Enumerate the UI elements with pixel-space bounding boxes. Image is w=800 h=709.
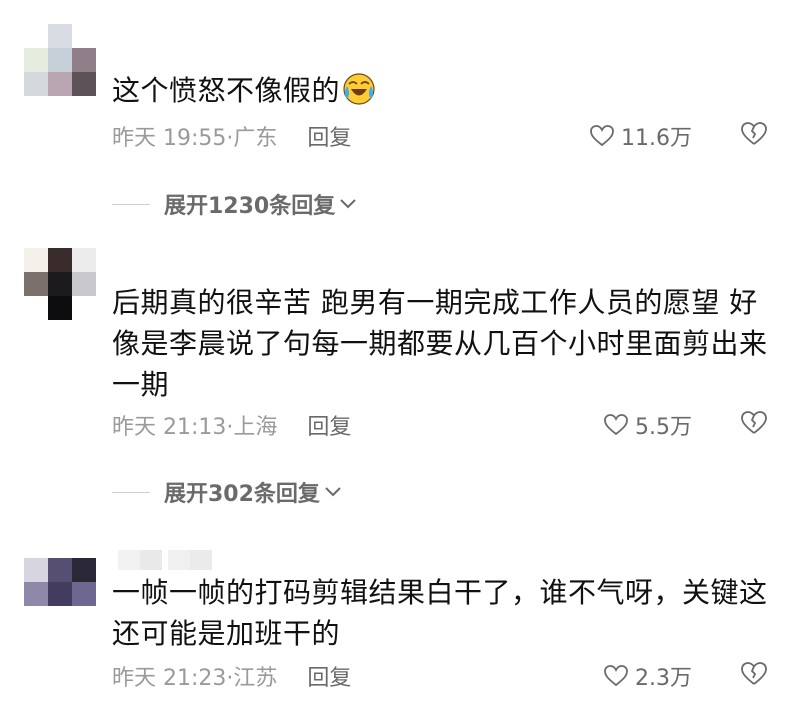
comment-text: 后期真的很辛苦 跑男有一期完成工作人员的愿望 好像是李晨说了句每一期都要从几百个… (112, 286, 768, 401)
expand-replies-label: 展开1230条回复 (164, 194, 336, 219)
reply-button[interactable]: 回复 (307, 666, 351, 691)
divider-line (112, 491, 150, 493)
heart-outline-icon (604, 665, 628, 687)
expand-replies-button[interactable]: 展开302条回复 (112, 476, 342, 508)
like-count: 5.5万 (635, 415, 692, 440)
comment-text: 这个愤怒不像假的 (112, 70, 772, 111)
avatar[interactable] (24, 248, 100, 324)
comment-time: 昨天 19:55 (112, 126, 227, 151)
broken-heart-icon (741, 122, 767, 145)
dislike-button[interactable] (740, 121, 768, 151)
like-button[interactable]: 2.3万 (603, 660, 692, 692)
avatar[interactable] (24, 24, 100, 100)
like-count: 2.3万 (635, 666, 692, 691)
comment-time: 昨天 21:13 (112, 415, 227, 440)
like-count: 11.6万 (621, 126, 692, 151)
laughing-crying-emoji-icon (342, 72, 376, 106)
comment-location: 广东 (233, 126, 278, 151)
comment-location: 江苏 (233, 666, 278, 691)
like-button[interactable]: 5.5万 (603, 409, 692, 441)
heart-outline-icon (604, 414, 628, 436)
divider-line (112, 203, 150, 205)
comment-location: 上海 (233, 415, 278, 440)
chevron-down-icon (325, 487, 341, 497)
comment-text: 一帧一帧的打码剪辑结果白干了，谁不气呀，关键这还可能是加班干的 (112, 576, 768, 650)
reply-button[interactable]: 回复 (307, 415, 351, 440)
comment-meta: 昨天 21:13·上海 回复 (112, 415, 352, 440)
expand-replies-label: 展开302条回复 (164, 482, 320, 507)
avatar[interactable] (24, 534, 100, 610)
comment-meta: 昨天 21:23·江苏 回复 (112, 666, 352, 691)
dislike-button[interactable] (740, 661, 768, 691)
broken-heart-icon (741, 662, 767, 685)
heart-outline-icon (590, 125, 614, 147)
dislike-button[interactable] (740, 410, 768, 440)
comment-time: 昨天 21:23 (112, 666, 227, 691)
reply-button[interactable]: 回复 (307, 126, 351, 151)
expand-replies-button[interactable]: 展开1230条回复 (112, 188, 357, 220)
comment-meta: 昨天 19:55·广东 回复 (112, 126, 352, 151)
broken-heart-icon (741, 411, 767, 434)
chevron-down-icon (340, 199, 356, 209)
like-button[interactable]: 11.6万 (589, 120, 692, 152)
